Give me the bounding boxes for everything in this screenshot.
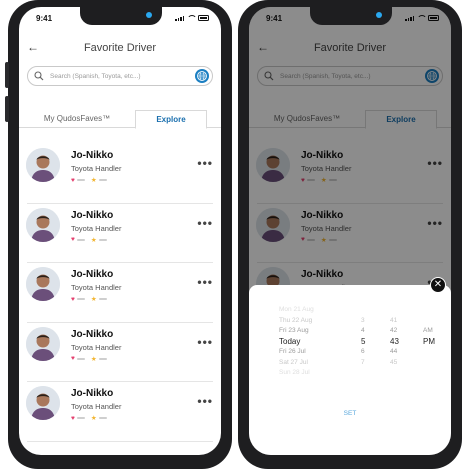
more-options-icon[interactable]: ••• [197,335,213,349]
close-icon[interactable]: ✕ [430,277,446,293]
driver-ratings: ♥★ [71,355,107,363]
ampm-option-selected[interactable]: PM [423,337,435,348]
divider [27,440,213,442]
phone-frame-left: 9:41 ← Favorite Driver My QudosFaves™ Ex… [5,0,232,469]
driver-role: Toyota Handler [71,342,122,352]
datetime-picker-sheet: Mon 21 Aug Thu 22 Aug Fri 23 Aug Today F… [249,285,451,455]
ampm-column[interactable]: AM PM [423,326,435,347]
date-option[interactable]: Sat 27 Jul [279,358,314,369]
heart-icon: ♥ [71,295,75,303]
star-icon: ★ [90,415,97,422]
driver-name: Jo-Nikko [71,269,114,280]
driver-ratings: ♥★ [71,414,107,422]
page-title: Favorite Driver [83,42,157,54]
driver-ratings: ♥★ [71,236,107,244]
camera-icon [376,12,382,18]
search-bar[interactable] [27,66,213,86]
minute-option-selected[interactable]: 43 [390,337,399,348]
more-options-icon[interactable]: ••• [197,156,213,170]
volume-button [5,62,9,88]
driver-name: Jo-Nikko [71,388,114,399]
avatar [26,386,60,420]
driver-role: Toyota Handler [71,402,122,411]
more-options-icon[interactable]: ••• [197,216,213,230]
datetime-wheel[interactable]: Mon 21 Aug Thu 22 Aug Fri 23 Aug Today F… [249,305,451,385]
heart-icon: ♥ [71,176,75,184]
more-options-icon[interactable]: ••• [197,275,213,289]
minute-option[interactable]: 44 [390,347,399,358]
hour-column[interactable]: 3 4 5 6 7 [361,316,365,369]
signal-icon [175,16,184,21]
driver-ratings: ♥★ [71,295,107,303]
date-option[interactable]: Fri 26 Jul [279,347,314,358]
camera-icon [146,12,152,18]
list-item[interactable]: Jo-Nikko Toyota Handler ♥★ ••• [19,382,221,442]
driver-ratings: ♥★ [71,176,107,184]
date-option[interactable]: Sun 28 Jul [279,368,314,379]
hour-option[interactable]: 7 [361,358,365,369]
tab-bar: My QudosFaves™ Explore [19,110,221,129]
list-item[interactable]: Jo-Nikko Toyota Handler ♥★ ••• [19,144,221,204]
search-icon [34,71,44,81]
star-icon: ★ [90,296,97,303]
hour-option[interactable]: 6 [361,347,365,358]
heart-icon: ♥ [71,355,75,362]
tab-my-qudosfaves[interactable]: My QudosFaves™ [19,110,135,128]
star-icon: ★ [90,355,97,363]
minute-column[interactable]: 41 42 43 44 45 [390,316,399,369]
hour-option-selected[interactable]: 5 [361,337,365,348]
driver-role: Toyota Handler [71,223,122,233]
more-options-icon[interactable]: ••• [197,394,213,408]
date-option-selected[interactable]: Today [279,337,314,348]
ampm-option[interactable]: AM [423,326,435,337]
date-option[interactable]: Fri 23 Aug [279,326,314,337]
phone-frame-right: 9:41 ← Favorite Driver My QudosFaves™ Ex… [238,0,462,469]
driver-role: Toyota Handler [71,164,122,173]
heart-icon: ♥ [71,414,75,422]
volume-button [5,96,9,122]
star-icon: ★ [90,177,97,184]
list-item[interactable]: Jo-Nikko Toyota Handler ♥★ ••• [19,263,221,323]
driver-list: Jo-Nikko Toyota Handler ♥ ★ ••• Jo-Nikko … [19,144,221,442]
driver-name: Jo-Nikko [71,209,114,221]
list-item[interactable]: Jo-Nikko Toyota Handler ♥★ ••• [19,323,221,382]
date-column[interactable]: Mon 21 Aug Thu 22 Aug Fri 23 Aug Today F… [279,305,314,379]
heart-icon: ♥ [71,236,75,243]
driver-role: Toyota Handler [71,283,122,292]
avatar [26,267,60,301]
avatar [26,148,60,182]
date-option[interactable]: Thu 22 Aug [279,316,314,327]
star-icon: ★ [90,236,97,244]
screen-favorite-driver-list: 9:41 ← Favorite Driver My QudosFaves™ Ex… [19,7,221,455]
status-time: 9:41 [36,14,53,23]
screen-datetime-picker: 9:41 ← Favorite Driver My QudosFaves™ Ex… [249,7,451,455]
notch [80,7,162,25]
driver-name: Jo-Nikko [71,328,114,340]
header: ← Favorite Driver [19,39,221,59]
search-input[interactable] [50,68,190,84]
notch [310,7,392,25]
list-item[interactable]: Jo-Nikko Toyota Handler ♥★ ••• [19,204,221,263]
wifi-icon [187,15,195,21]
minute-option[interactable]: 45 [390,358,399,369]
hour-option[interactable]: 3 [361,316,365,327]
battery-icon [198,15,209,21]
avatar [26,207,60,242]
tab-explore[interactable]: Explore [135,110,207,129]
minute-option[interactable]: 42 [390,326,399,337]
minute-option[interactable]: 41 [390,316,399,327]
hour-option[interactable]: 4 [361,326,365,337]
set-button[interactable]: SET [249,410,451,417]
date-option[interactable]: Mon 21 Aug [279,305,314,316]
globe-icon[interactable] [195,69,209,83]
avatar [26,326,60,361]
driver-name: Jo-Nikko [71,150,114,161]
